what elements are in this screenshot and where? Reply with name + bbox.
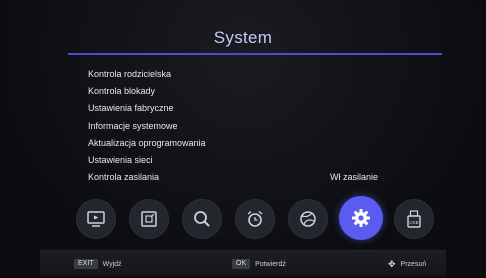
exit-hint: EXIT Wyjdź bbox=[74, 258, 122, 270]
sports-category-button[interactable] bbox=[288, 199, 328, 239]
ball-icon bbox=[300, 211, 316, 227]
menu-item-system-info[interactable]: Informacje systemowe bbox=[88, 118, 408, 135]
power-control-value: Wł zasilanie bbox=[330, 172, 379, 183]
svg-text:USB: USB bbox=[409, 220, 418, 225]
menu-item-network-settings[interactable]: Ustawienia sieci bbox=[88, 152, 408, 169]
tv-category-button[interactable] bbox=[76, 199, 116, 239]
gear-icon bbox=[352, 209, 370, 227]
ok-hint: OK Potwierdź bbox=[232, 258, 286, 270]
title-divider bbox=[68, 53, 442, 55]
menu-item-lock-control[interactable]: Kontrola blokady bbox=[88, 83, 408, 100]
exit-label: Wyjdź bbox=[102, 260, 122, 268]
menu-item-label: Kontrola rodzicielska bbox=[88, 69, 172, 79]
picture-icon bbox=[141, 211, 157, 227]
menu-item-label: Kontrola zasilania bbox=[88, 172, 160, 183]
usb-icon: USB bbox=[407, 210, 421, 228]
ok-label: Potwierdź bbox=[255, 260, 286, 268]
menu-item-label: Ustawienia fabryczne bbox=[88, 103, 174, 114]
menu-item-label: Kontrola blokady bbox=[88, 86, 156, 97]
alarm-clock-icon bbox=[247, 210, 263, 227]
menu-item-label: Aktualizacja oprogramowania bbox=[88, 137, 206, 148]
system-screen: System Kontrola rodzicielska Kontrola bl… bbox=[0, 0, 486, 278]
menu-item-software-update[interactable]: Aktualizacja oprogramowania bbox=[88, 135, 408, 152]
menu-item-factory-settings[interactable]: Ustawienia fabryczne bbox=[88, 100, 408, 117]
menu-item-label: Informacje systemowe bbox=[88, 120, 178, 131]
search-icon bbox=[194, 211, 210, 227]
menu-item-power-control[interactable]: Kontrola zasilania Wł zasilanie bbox=[88, 169, 408, 186]
move-arrows-icon: ✥ bbox=[388, 259, 396, 269]
category-icon-bar: USB bbox=[68, 196, 442, 242]
timer-category-button[interactable] bbox=[235, 199, 275, 239]
menu-item-label: Ustawienia sieci bbox=[88, 154, 153, 165]
page-title: System bbox=[213, 28, 273, 47]
menu-item-parental-control[interactable]: Kontrola rodzicielska bbox=[88, 66, 408, 83]
picture-category-button[interactable] bbox=[129, 199, 169, 239]
usb-category-button[interactable]: USB bbox=[394, 199, 434, 239]
settings-menu: Kontrola rodzicielska Kontrola blokady U… bbox=[88, 66, 408, 186]
search-category-button[interactable] bbox=[182, 199, 222, 239]
ok-key[interactable]: OK bbox=[232, 259, 251, 269]
tv-icon bbox=[87, 211, 105, 227]
exit-key[interactable]: EXIT bbox=[74, 259, 98, 269]
system-category-button[interactable] bbox=[339, 196, 383, 240]
footer-hint-bar: EXIT Wyjdź OK Potwierdź ✥ Przesuń bbox=[40, 250, 446, 275]
move-hint: ✥ Przesuń bbox=[388, 258, 426, 270]
move-label: Przesuń bbox=[400, 260, 427, 268]
